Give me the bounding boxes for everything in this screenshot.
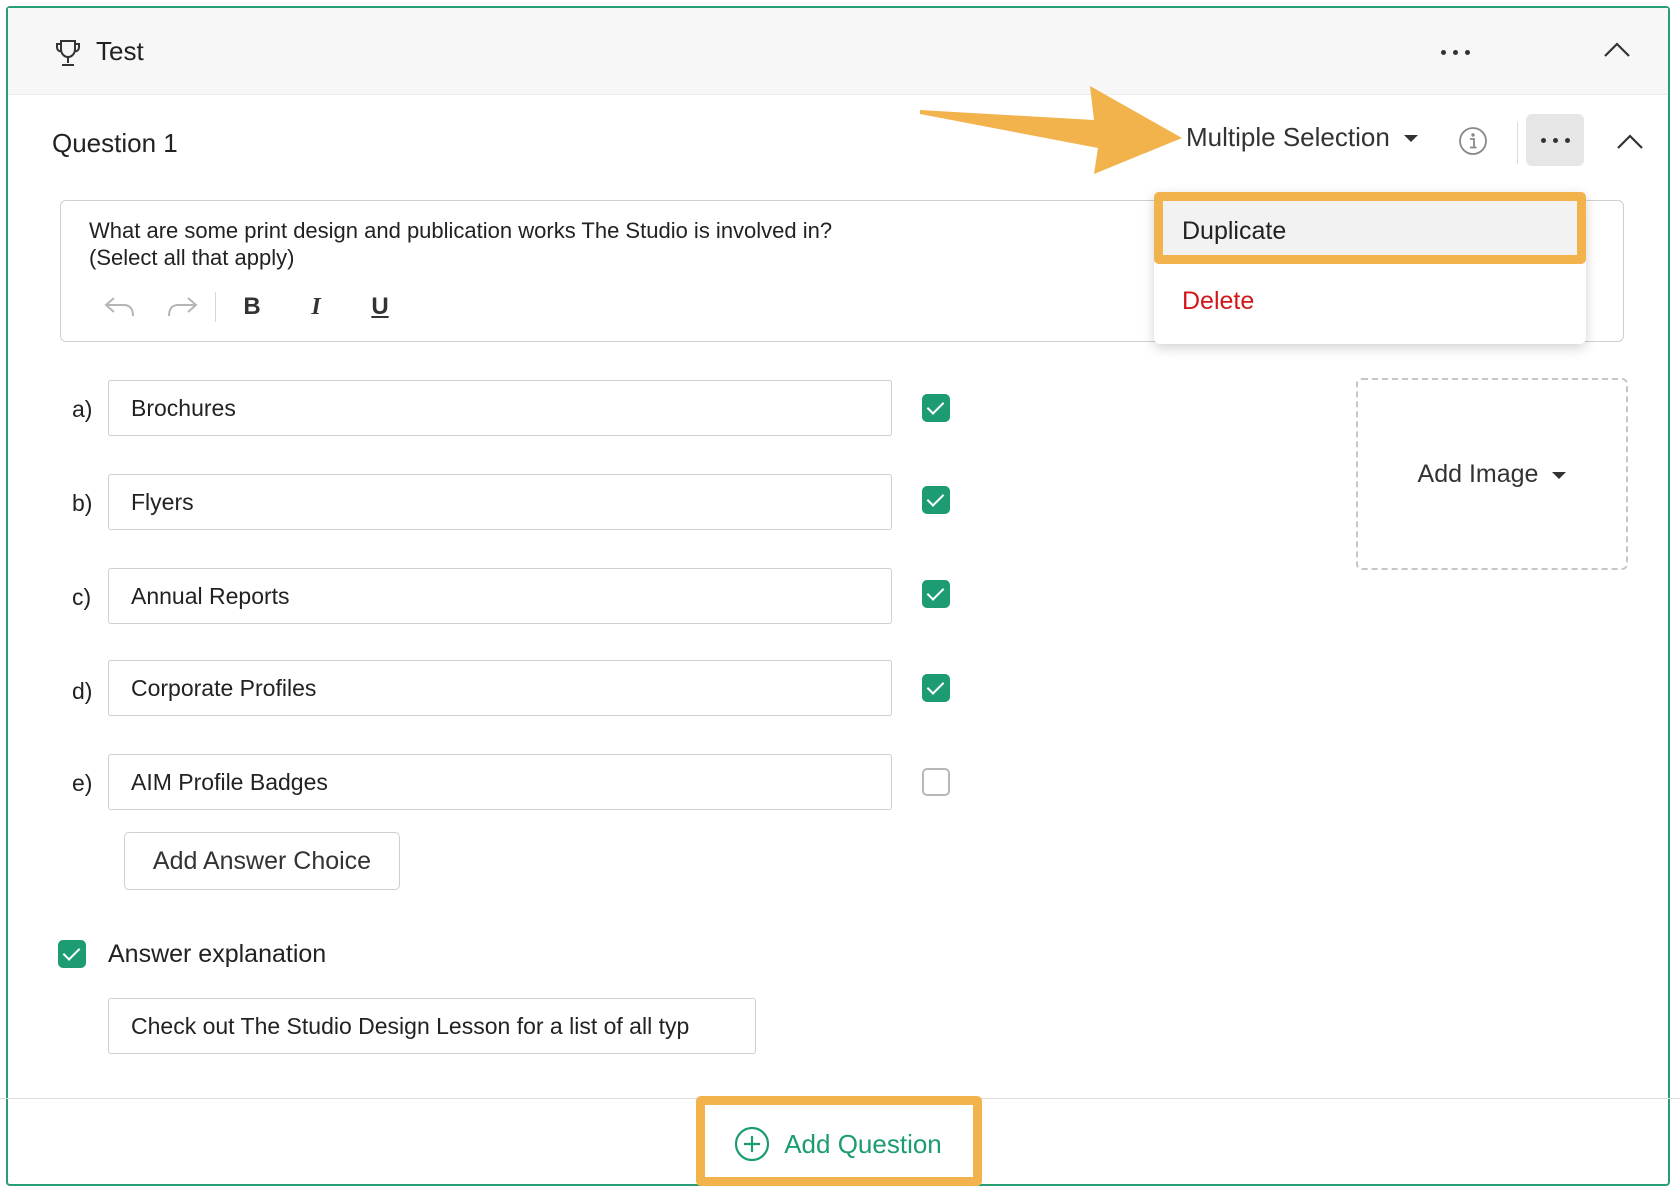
add-image-button[interactable]: Add Image bbox=[1356, 378, 1628, 570]
bold-icon: B bbox=[243, 293, 261, 320]
menu-item-delete[interactable]: Delete bbox=[1154, 270, 1586, 332]
dot bbox=[1552, 137, 1558, 143]
choice-letter: a) bbox=[72, 396, 93, 422]
undo-icon bbox=[104, 297, 134, 317]
collapse-section-chevron-icon[interactable] bbox=[1602, 40, 1632, 60]
correct-checkbox[interactable] bbox=[922, 768, 950, 796]
answer-explanation-input[interactable]: Check out The Studio Design Lesson for a… bbox=[108, 998, 756, 1054]
dot bbox=[1564, 137, 1570, 143]
choice-input[interactable]: Flyers bbox=[108, 474, 892, 530]
dot bbox=[1440, 49, 1446, 55]
choice-input[interactable]: Corporate Profiles bbox=[108, 660, 892, 716]
correct-checkbox[interactable] bbox=[922, 486, 950, 514]
question-type-label: Multiple Selection bbox=[1186, 122, 1390, 152]
italic-button[interactable]: I bbox=[284, 287, 348, 327]
question-prompt[interactable]: What are some print design and publicati… bbox=[89, 217, 1089, 271]
info-icon[interactable] bbox=[1458, 126, 1488, 156]
section-header: Test bbox=[8, 8, 1668, 95]
choice-input[interactable]: AIM Profile Badges bbox=[108, 754, 892, 810]
choice-input[interactable]: Annual Reports bbox=[108, 568, 892, 624]
redo-icon bbox=[168, 297, 198, 317]
correct-checkbox[interactable] bbox=[922, 674, 950, 702]
question-actions-menu: Duplicate Delete bbox=[1154, 192, 1586, 344]
add-question-label: Add Question bbox=[784, 1128, 942, 1159]
add-question-button[interactable]: Add Question bbox=[712, 1110, 964, 1178]
choice-input[interactable]: Brochures bbox=[108, 380, 892, 436]
annotation-arrow-icon bbox=[920, 86, 1182, 174]
answer-explanation-label: Answer explanation bbox=[108, 940, 327, 968]
bold-button[interactable]: B bbox=[220, 287, 284, 327]
question-title: Question 1 bbox=[52, 128, 178, 158]
choice-letter: c) bbox=[72, 584, 92, 610]
correct-checkbox[interactable] bbox=[922, 394, 950, 422]
trophy-icon bbox=[56, 40, 80, 66]
question-type-dropdown[interactable]: Multiple Selection bbox=[1186, 122, 1418, 153]
answer-explanation-checkbox[interactable] bbox=[58, 940, 86, 968]
caret-down-icon bbox=[1552, 471, 1567, 479]
dot bbox=[1452, 49, 1458, 55]
section-more-button[interactable] bbox=[1426, 26, 1484, 78]
correct-checkbox[interactable] bbox=[922, 580, 950, 608]
dot bbox=[1464, 49, 1470, 55]
add-image-label: Add Image bbox=[1417, 459, 1539, 488]
undo-button[interactable] bbox=[87, 287, 151, 327]
dot bbox=[1540, 137, 1546, 143]
redo-button[interactable] bbox=[151, 287, 215, 327]
divider bbox=[1517, 122, 1518, 164]
editor-toolbar: B I U bbox=[87, 287, 412, 327]
section-title: Test bbox=[96, 36, 144, 66]
choice-letter: b) bbox=[72, 490, 93, 516]
toolbar-divider bbox=[215, 292, 216, 322]
underline-icon: U bbox=[371, 293, 389, 320]
italic-icon: I bbox=[311, 293, 321, 320]
choice-letter: d) bbox=[72, 678, 93, 704]
caret-down-icon bbox=[1403, 135, 1418, 142]
menu-item-duplicate[interactable]: Duplicate bbox=[1154, 200, 1586, 262]
underline-button[interactable]: U bbox=[348, 287, 412, 327]
plus-circle-icon bbox=[735, 1126, 770, 1162]
question-more-button[interactable] bbox=[1526, 114, 1584, 166]
add-answer-choice-button[interactable]: Add Answer Choice bbox=[124, 832, 400, 890]
choice-letter: e) bbox=[72, 770, 93, 796]
footer-divider bbox=[0, 1098, 1680, 1099]
collapse-question-chevron-icon[interactable] bbox=[1615, 132, 1645, 152]
